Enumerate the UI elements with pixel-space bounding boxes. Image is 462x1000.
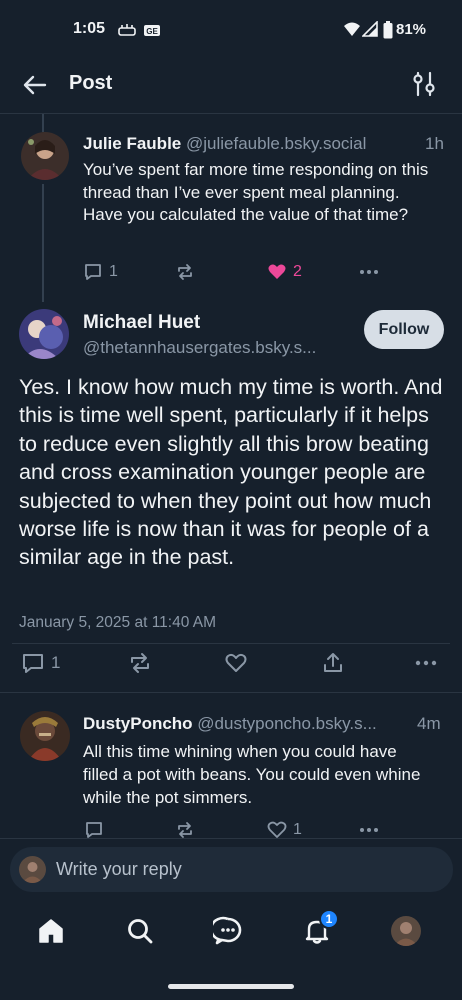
author-handle[interactable]: @dustyponcho.bsky.s... — [197, 714, 376, 733]
nav-profile[interactable] — [389, 914, 423, 948]
like-button[interactable]: 2 — [267, 262, 302, 282]
main-reply-count: 1 — [51, 653, 61, 672]
avatar-julie[interactable] — [21, 132, 69, 180]
comment-icon — [85, 264, 101, 280]
main-reply-button[interactable]: 1 — [21, 651, 60, 675]
back-button[interactable] — [22, 72, 48, 98]
avatar-michael[interactable] — [19, 309, 69, 359]
timestamp-divider — [12, 643, 450, 644]
composer-avatar — [19, 856, 46, 883]
reply-button[interactable]: 1 — [83, 262, 118, 282]
main-post-divider — [0, 692, 462, 693]
more-button[interactable] — [358, 820, 380, 840]
profile-avatar — [391, 916, 421, 946]
status-time: 1:05 — [73, 20, 106, 37]
repost-button[interactable] — [175, 262, 195, 282]
like-button[interactable]: 1 — [267, 820, 302, 840]
svg-text:GE: GE — [146, 27, 158, 36]
author-name[interactable]: Julie Fauble — [83, 134, 181, 153]
ellipsis-icon — [360, 828, 378, 832]
comment-icon — [23, 654, 43, 673]
home-indicator[interactable] — [168, 984, 294, 989]
author-handle[interactable]: @juliefauble.bsky.social — [186, 134, 366, 153]
arrow-left-icon — [23, 75, 47, 95]
like-count: 2 — [293, 263, 302, 280]
post-text: All this time whining when you could hav… — [83, 742, 421, 807]
nav-search[interactable] — [123, 914, 157, 948]
repost-icon — [178, 264, 192, 280]
author-name-main[interactable]: Michael Huet — [83, 312, 200, 334]
repost-icon — [178, 822, 192, 838]
post-text: You’ve spent far more time responding on… — [83, 160, 429, 224]
nav-chat[interactable] — [211, 914, 245, 948]
main-more-button[interactable] — [414, 651, 438, 675]
ellipsis-icon — [360, 270, 378, 274]
thread-line — [42, 184, 44, 302]
header-divider — [0, 113, 462, 114]
heart-icon — [267, 821, 287, 838]
repost-icon — [131, 653, 149, 673]
author-name[interactable]: DustyPoncho — [83, 714, 193, 733]
main-post-text: Yes. I know how much my time is worth. A… — [19, 375, 443, 570]
battery-percent: 81% — [396, 21, 427, 38]
reply-button[interactable] — [84, 820, 104, 840]
thread-settings-button[interactable] — [412, 71, 436, 97]
home-icon — [39, 919, 63, 943]
author-handle-main[interactable]: @thetannhausergates.bsky.s... — [83, 338, 316, 358]
heart-icon — [225, 653, 247, 672]
main-like-button[interactable] — [224, 651, 248, 675]
reply-composer[interactable]: Write your reply — [10, 847, 453, 892]
notification-badge: 1 — [319, 909, 339, 929]
post-age[interactable]: 4m — [417, 714, 441, 734]
like-count: 1 — [293, 821, 302, 838]
sliders-icon — [413, 71, 435, 97]
repost-button[interactable] — [175, 820, 195, 840]
post-header-julie[interactable]: Julie Fauble @juliefauble.bsky.social — [83, 134, 366, 154]
share-icon — [324, 653, 342, 672]
heart-filled-icon — [268, 264, 286, 279]
post-timestamp[interactable]: January 5, 2025 at 11:40 AM — [19, 614, 216, 632]
avatar-dustyponcho[interactable] — [20, 711, 70, 761]
search-icon — [128, 919, 153, 944]
composer-divider — [0, 838, 462, 839]
keyboard-icon — [118, 22, 136, 38]
battery-icon — [383, 21, 393, 39]
wifi-icon — [343, 21, 361, 37]
chat-icon — [213, 916, 242, 945]
more-button[interactable] — [358, 262, 380, 282]
reply-count: 1 — [109, 263, 118, 280]
signal-icon — [361, 20, 378, 37]
nav-home[interactable] — [34, 914, 68, 948]
follow-button[interactable]: Follow — [364, 310, 444, 349]
post-header-dustyponcho[interactable]: DustyPoncho @dustyponcho.bsky.s... — [83, 714, 377, 734]
ge-icon: GE — [143, 22, 161, 38]
reply-input[interactable]: Write your reply — [56, 859, 182, 880]
ellipsis-icon — [415, 660, 437, 666]
thread-line-top — [42, 114, 44, 132]
page-title: Post — [69, 72, 113, 94]
comment-icon — [86, 822, 102, 838]
share-button[interactable] — [321, 651, 345, 675]
main-repost-button[interactable] — [128, 651, 152, 675]
post-age[interactable]: 1h — [425, 134, 444, 154]
